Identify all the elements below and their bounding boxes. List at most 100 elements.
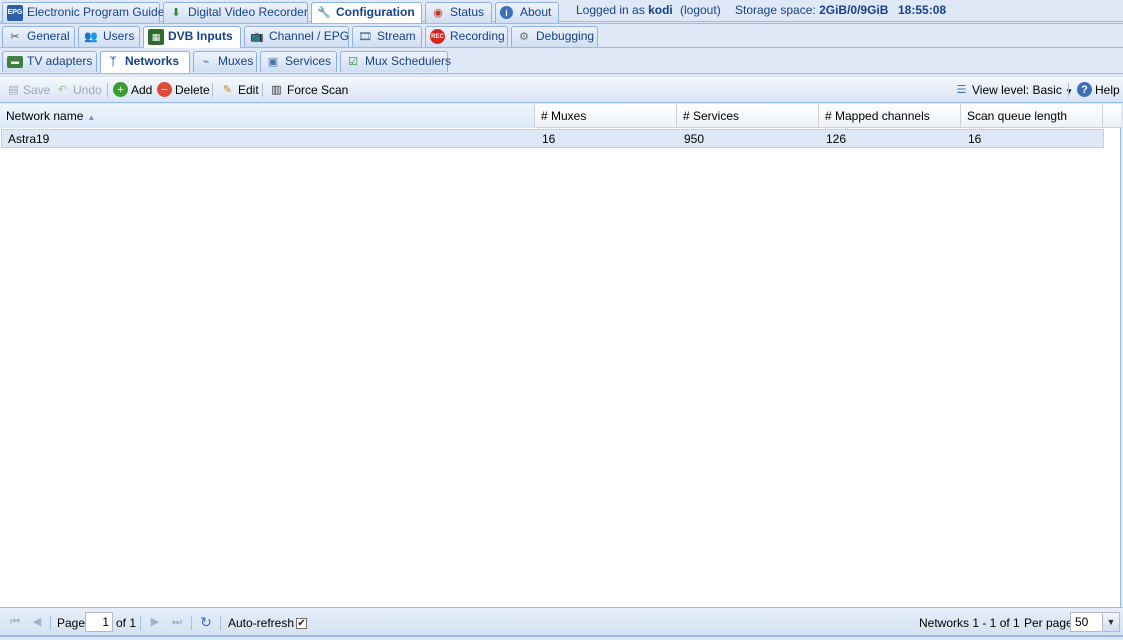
tv-small-icon: ▣ (267, 56, 279, 68)
page-number-input[interactable]: 1 (85, 612, 113, 632)
tab-users[interactable]: 👥 Users (78, 26, 140, 47)
tab-stream[interactable]: 🎞 Stream (352, 26, 422, 47)
paging-toolbar: ⏮ ◀ Page 1 of 1 ▶ ⏭ ↻ Auto-refresh ✔ Netw… (0, 607, 1123, 637)
logged-in-label: Logged in as kodi (576, 3, 673, 17)
page-count: of 1 (116, 616, 137, 630)
prev-page-icon[interactable]: ◀ (30, 615, 44, 629)
tab-configuration[interactable]: 🔧 Configuration (311, 2, 422, 24)
rec-icon: REC (430, 29, 445, 44)
force-scan-button[interactable]: ▥ Force Scan (269, 82, 348, 98)
tab-label: Status (450, 5, 485, 19)
tab-mux-schedulers[interactable]: ☑ Mux Schedulers (340, 51, 452, 72)
per-page-label: Per page (1024, 616, 1073, 630)
edit-button[interactable]: ✎ Edit (220, 82, 259, 98)
mux-icon: ⌁ (202, 56, 210, 68)
tab-networks[interactable]: ᛉ Networks (100, 51, 190, 73)
auto-refresh-label: Auto-refresh (228, 616, 295, 630)
column-header-network-name[interactable]: Network name ▲ (0, 104, 535, 128)
scan-icon: ▥ (271, 83, 282, 96)
column-header-services[interactable]: # Services (677, 104, 819, 128)
tab-label: Users (103, 29, 135, 43)
delete-button[interactable]: − Delete (157, 82, 210, 98)
tab-tv-adapters[interactable]: ▬ TV adapters (2, 51, 97, 72)
auto-refresh-checkbox[interactable]: ✔ (296, 618, 308, 630)
epg-icon: EPG (7, 5, 23, 21)
tab-epg[interactable]: EPG Electronic Program Guide (2, 2, 164, 23)
undo-button[interactable]: ↶ Undo (55, 82, 102, 98)
tab-muxes[interactable]: ⌁ Muxes (193, 51, 257, 72)
tab-status[interactable]: ◉ Status (425, 2, 492, 23)
calendar-check-icon: ☑ (348, 56, 358, 68)
tab-services[interactable]: ▣ Services (260, 51, 337, 72)
force-scan-label: Force Scan (287, 83, 349, 97)
gears-icon: ⚙ (519, 31, 529, 43)
cell-mapped-channels: 126 (826, 132, 847, 146)
tab-general[interactable]: ✂ General (2, 26, 75, 47)
save-label: Save (23, 83, 51, 97)
storage-space: Storage space: 2GiB/0/9GiB (735, 3, 889, 17)
grid-toolbar: ▤ Save ↶ Undo + Add − Delete ✎ Edit ▥ Fo… (0, 77, 1123, 103)
add-label: Add (131, 83, 153, 97)
sort-asc-icon: ▲ (87, 113, 96, 122)
logout-link[interactable]: (logout) (680, 3, 721, 17)
table-row[interactable]: Astra19 16 950 126 16 (1, 129, 1104, 148)
save-icon: ▤ (8, 83, 19, 96)
edit-icon: ✎ (222, 83, 233, 96)
tab-label: Electronic Program Guide (27, 5, 165, 19)
help-icon: ? (1077, 82, 1092, 97)
film-icon: 🎞 (358, 31, 372, 43)
view-level-dropdown[interactable]: ☰ View level: Basic ▼ (954, 82, 1074, 98)
cell-muxes: 16 (542, 132, 556, 146)
tab-label: About (520, 5, 552, 19)
users-icon: 👥 (84, 31, 98, 43)
download-icon: ⬇ (171, 7, 181, 19)
eye-icon: ◉ (433, 7, 443, 19)
dvb-tab-bar: ▬ TV adapters ᛉ Networks ⌁ Muxes ▣ Servi… (0, 49, 1123, 74)
card-icon: ▬ (7, 56, 23, 68)
undo-icon: ↶ (57, 83, 68, 96)
help-label: Help (1095, 83, 1120, 97)
tab-label: Mux Schedulers (365, 54, 452, 68)
column-header-muxes[interactable]: # Muxes (535, 104, 677, 128)
wrench-icon: 🔧 (317, 7, 331, 19)
tab-channel-epg[interactable]: 📺 Channel / EPG (244, 26, 349, 47)
tab-dvb-inputs[interactable]: ▦ DVB Inputs (143, 26, 241, 48)
per-page-select[interactable]: 50 ▼ (1070, 612, 1120, 632)
tab-debugging[interactable]: ⚙ Debugging (511, 26, 598, 47)
toolbar-separator (212, 83, 213, 97)
add-icon: + (113, 82, 128, 97)
tab-dvr[interactable]: ⬇ Digital Video Recorder (163, 2, 308, 23)
pager-separator (50, 616, 51, 630)
toolbar-separator (107, 83, 108, 97)
pager-separator (220, 616, 221, 630)
column-header-mapped-channels[interactable]: # Mapped channels (819, 104, 961, 128)
tab-label: Recording (450, 29, 505, 43)
tab-label: Services (285, 54, 332, 68)
cell-scan-queue-length: 16 (968, 132, 982, 146)
save-button[interactable]: ▤ Save (6, 82, 50, 98)
tab-label: General (27, 29, 70, 43)
per-page-value: 50 (1075, 615, 1089, 629)
auto-refresh-toggle[interactable]: Auto-refresh ✔ (228, 616, 308, 630)
tab-label: TV adapters (27, 54, 93, 68)
next-page-icon[interactable]: ▶ (148, 615, 162, 629)
help-button[interactable]: ? Help (1077, 82, 1120, 98)
tab-label: Digital Video Recorder (188, 5, 308, 19)
add-button[interactable]: + Add (113, 82, 152, 98)
refresh-icon[interactable]: ↻ (199, 615, 213, 629)
chevron-down-icon[interactable]: ▼ (1102, 613, 1119, 631)
tab-about[interactable]: i About (495, 2, 559, 23)
last-page-icon[interactable]: ⏭ (170, 615, 184, 629)
tab-label: Stream (377, 29, 416, 43)
toolbar-separator (262, 83, 263, 97)
tools-icon: ✂ (10, 31, 20, 43)
tv-icon: 📺 (250, 31, 264, 43)
column-header-scan-queue-length[interactable]: Scan queue length (961, 104, 1103, 128)
tab-label: Muxes (218, 54, 254, 68)
edit-label: Edit (238, 83, 259, 97)
first-page-icon[interactable]: ⏮ (8, 615, 22, 629)
username: kodi (648, 3, 673, 17)
tab-recording[interactable]: REC Recording (425, 26, 508, 47)
cell-network-name: Astra19 (8, 132, 50, 146)
main-tab-bar: EPG Electronic Program Guide ⬇ Digital V… (0, 0, 1123, 24)
